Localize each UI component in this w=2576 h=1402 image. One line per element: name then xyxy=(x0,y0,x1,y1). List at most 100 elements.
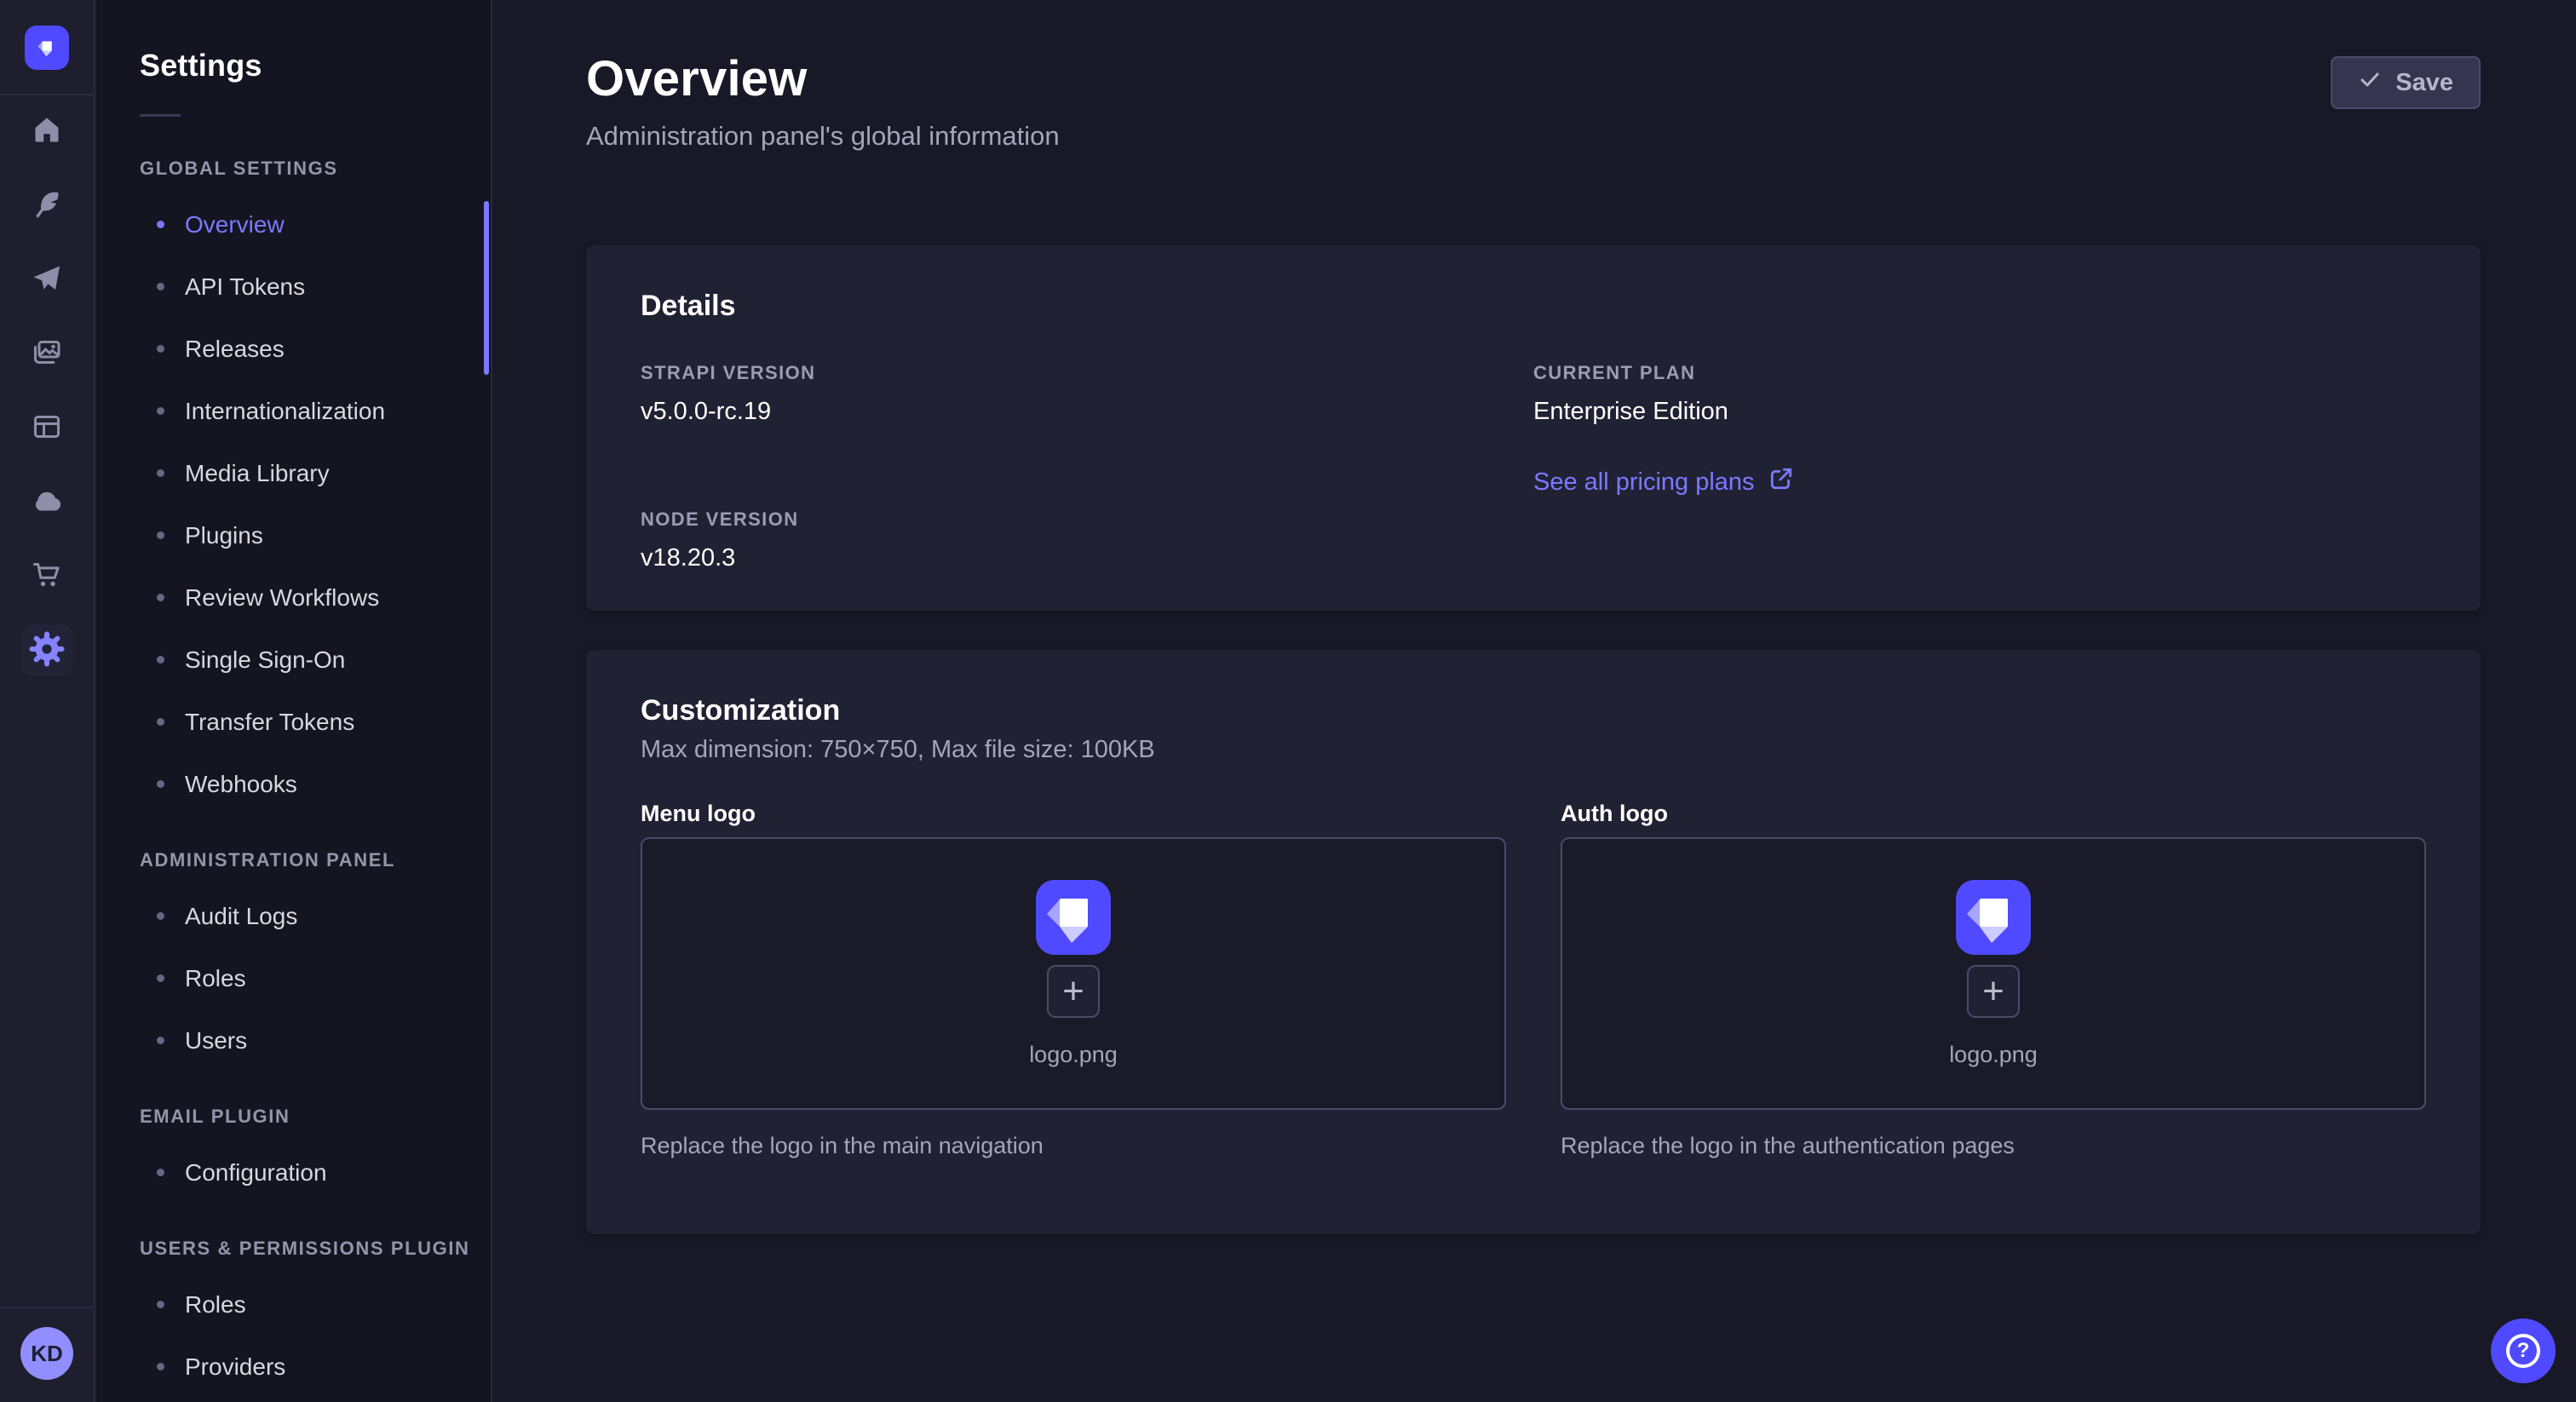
customization-card-title: Customization xyxy=(641,694,2426,727)
gear-icon xyxy=(28,630,66,670)
customization-card-subtitle: Max dimension: 750×750, Max file size: 1… xyxy=(641,736,2426,764)
sidebar-item-label: Providers xyxy=(185,1353,285,1381)
bullet-icon xyxy=(157,283,164,290)
page-subtitle: Administration panel's global informatio… xyxy=(586,121,1060,152)
details-column: STRAPI VERSIONv5.0.0-rc.19NODE VERSIONv1… xyxy=(641,362,1533,573)
nav-section-label: ADMINISTRATION PANEL xyxy=(140,836,470,885)
logo-upload-field: Menu logo + logo.png Replace the logo in th… xyxy=(641,800,1506,1159)
sidebar-item-api-tokens[interactable]: API Tokens xyxy=(140,256,470,318)
pricing-plans-link-label: See all pricing plans xyxy=(1533,468,1755,497)
sidebar-item-label: Audit Logs xyxy=(185,903,297,930)
main-nav-icons xyxy=(0,95,94,675)
logo-dropzone[interactable]: + logo.png xyxy=(641,837,1506,1110)
rail-images-icon[interactable] xyxy=(21,328,72,379)
detail-field-label: NODE VERSION xyxy=(641,509,1533,531)
sidebar-item-label: Transfer Tokens xyxy=(185,709,354,736)
save-button-label: Save xyxy=(2395,69,2453,97)
logo-filename: logo.png xyxy=(1029,1042,1118,1068)
nav-section-label: EMAIL PLUGIN xyxy=(140,1092,470,1141)
sidebar-item-releases[interactable]: Releases xyxy=(140,318,470,380)
rail-home-icon[interactable] xyxy=(21,106,72,157)
sidebar-item-overview[interactable]: Overview xyxy=(140,193,470,256)
customization-card: Customization Max dimension: 750×750, Ma… xyxy=(586,650,2481,1234)
rail-layout-icon[interactable] xyxy=(21,402,72,453)
details-card-title: Details xyxy=(641,290,2426,323)
home-icon xyxy=(30,113,64,150)
page-title: Overview xyxy=(586,53,1060,106)
rail-feather-icon[interactable] xyxy=(21,180,72,231)
sidebar-item-label: API Tokens xyxy=(185,273,305,301)
bullet-icon xyxy=(157,594,164,601)
save-button[interactable]: Save xyxy=(2331,56,2481,109)
sidebar-item-label: Users xyxy=(185,1027,247,1054)
upload-field-label: Menu logo xyxy=(641,800,1506,827)
sidebar-item-plugins[interactable]: Plugins xyxy=(140,504,470,566)
sidebar-item-label: Roles xyxy=(185,965,246,992)
sidebar-item-providers[interactable]: Providers xyxy=(140,1336,470,1398)
help-button[interactable]: ? xyxy=(2491,1319,2556,1383)
detail-field-value: v5.0.0-rc.19 xyxy=(641,396,1533,427)
external-link-icon xyxy=(1768,466,1794,498)
logo-dropzone[interactable]: +logo.png xyxy=(1561,837,2426,1110)
detail-field: STRAPI VERSION v5.0.0-rc.19 xyxy=(641,362,1533,427)
upload-hint: Replace the logo in the main navigation xyxy=(641,1132,1506,1159)
sidebar-item-media-library[interactable]: Media Library xyxy=(140,442,470,504)
bullet-icon xyxy=(157,345,164,353)
scrollbar-thumb[interactable] xyxy=(484,201,489,375)
bullet-icon xyxy=(157,1363,164,1370)
sidebar-item-transfer-tokens[interactable]: Transfer Tokens xyxy=(140,691,470,753)
details-card: Details STRAPI VERSION v5.0.0-rc.19 NODE V… xyxy=(586,245,2481,611)
details-column: CURRENT PLANEnterprise Edition See all pr… xyxy=(1533,362,2426,573)
paper-plane-icon xyxy=(30,261,64,298)
strapi-logo xyxy=(1956,880,2031,955)
avatar[interactable]: KD xyxy=(20,1327,73,1380)
sidebar-item-webhooks[interactable]: Webhooks xyxy=(140,753,470,815)
add-logo-button[interactable]: + xyxy=(1967,965,2020,1018)
divider xyxy=(140,114,181,117)
sidebar-item-roles[interactable]: Roles xyxy=(140,1273,470,1336)
settings-title: Settings xyxy=(140,48,470,83)
bullet-icon xyxy=(157,531,164,539)
sidebar-item-configuration[interactable]: Configuration xyxy=(140,1141,470,1204)
add-logo-button[interactable]: + xyxy=(1047,965,1100,1018)
bullet-icon xyxy=(157,469,164,477)
layout-icon xyxy=(30,410,64,446)
sidebar-item-single-sign-on[interactable]: Single Sign-On xyxy=(140,629,470,691)
nav-section: GLOBAL SETTINGS Overview API Tokens Release… xyxy=(140,144,470,815)
nav-section-label: USERS & PERMISSIONS PLUGIN xyxy=(140,1224,470,1273)
page-header: Overview Administration panel's global i… xyxy=(586,53,2481,152)
sidebar-item-review-workflows[interactable]: Review Workflows xyxy=(140,566,470,629)
sidebar-item-audit-logs[interactable]: Audit Logs xyxy=(140,885,470,947)
upload-field-label: Auth logo xyxy=(1561,800,2426,827)
sidebar-item-label: Releases xyxy=(185,336,285,363)
sidebar-item-users[interactable]: Users xyxy=(140,1009,470,1072)
sidebar-item-label: Internationalization xyxy=(185,398,385,425)
rail-cart-icon[interactable] xyxy=(21,550,72,601)
rail-gear-icon[interactable] xyxy=(21,624,72,675)
bullet-icon xyxy=(157,1037,164,1044)
sidebar-item-label: Overview xyxy=(185,211,285,238)
detail-field: CURRENT PLANEnterprise Edition xyxy=(1533,362,2426,427)
rail-paper-plane-icon[interactable] xyxy=(21,254,72,305)
feather-icon xyxy=(30,187,64,224)
sidebar-item-roles[interactable]: Roles xyxy=(140,947,470,1009)
strapi-logo[interactable] xyxy=(25,26,69,70)
images-icon xyxy=(30,336,64,372)
nav-section: EMAIL PLUGINConfiguration xyxy=(140,1092,470,1204)
bullet-icon xyxy=(157,1169,164,1176)
rail-cloud-icon[interactable] xyxy=(21,476,72,527)
bullet-icon xyxy=(157,718,164,726)
strapi-logo xyxy=(1036,880,1111,955)
divider xyxy=(0,1307,94,1308)
bullet-icon xyxy=(157,407,164,415)
cloud-icon xyxy=(30,484,64,520)
sidebar-item-label: Media Library xyxy=(185,460,330,487)
sidebar-item-label: Webhooks xyxy=(185,771,297,798)
pricing-plans-link[interactable]: See all pricing plans xyxy=(1533,466,1794,498)
detail-field-label: STRAPI VERSION xyxy=(641,362,1533,384)
sidebar-item-label: Roles xyxy=(185,1291,246,1319)
sidebar-item-internationalization[interactable]: Internationalization xyxy=(140,380,470,442)
nav-section-label: GLOBAL SETTINGS xyxy=(140,144,470,193)
main-nav-rail: KD xyxy=(0,0,95,1402)
detail-field-label: CURRENT PLAN xyxy=(1533,362,2426,384)
